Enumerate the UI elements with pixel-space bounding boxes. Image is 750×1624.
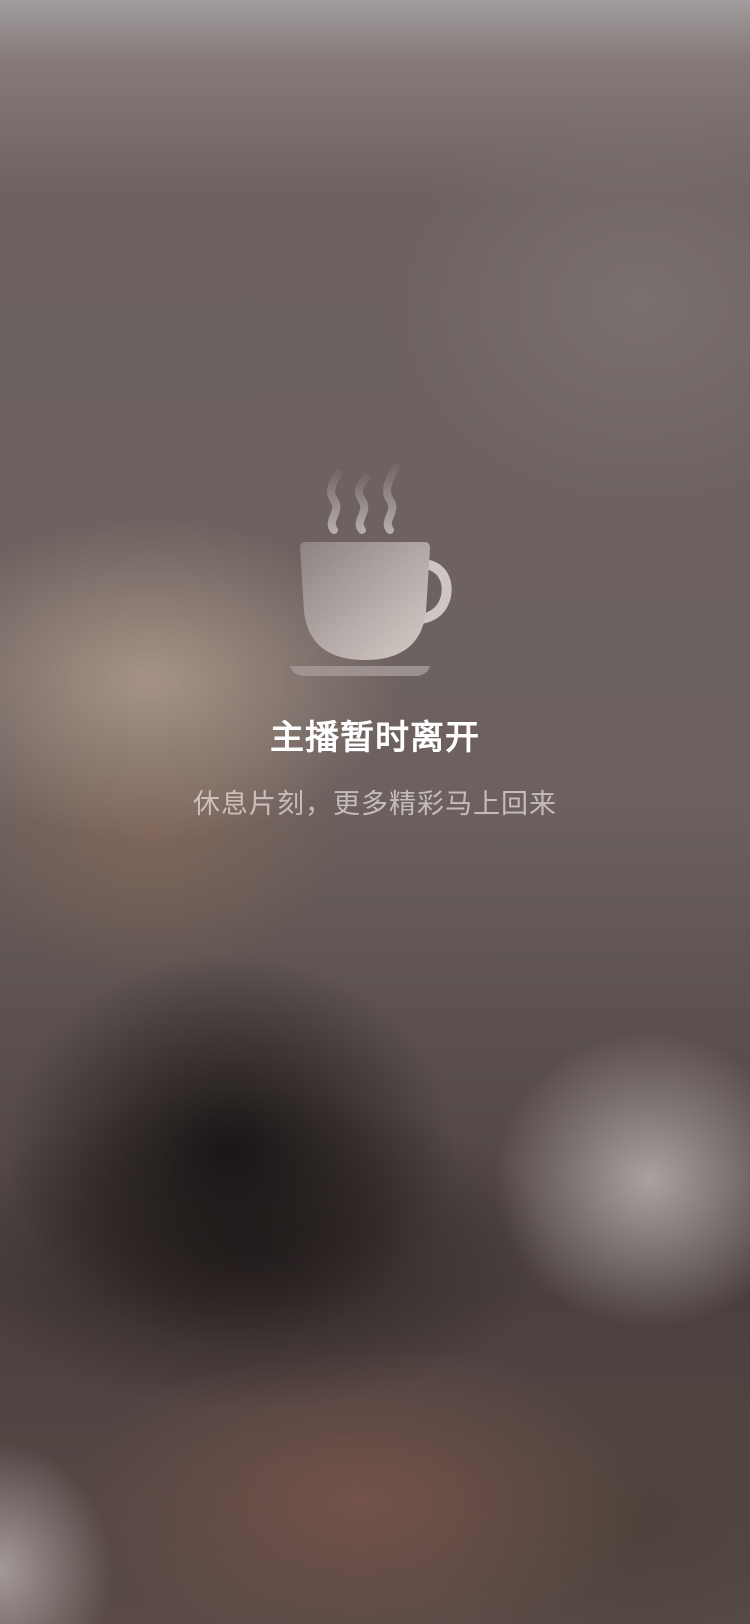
steam-line-left <box>327 470 342 534</box>
host-away-overlay: 主播暂时离开 休息片刻，更多精彩马上回来 <box>0 0 750 1624</box>
coffee-cup-icon <box>290 464 452 676</box>
steam-line-right <box>383 464 400 534</box>
cup-body <box>300 542 430 660</box>
host-away-title: 主播暂时离开 <box>270 718 480 758</box>
steam-line-middle <box>355 474 370 534</box>
cup-saucer <box>290 666 430 676</box>
live-room-screen: 主播暂时离开 休息片刻，更多精彩马上回来 <box>0 0 750 1624</box>
host-away-subtitle: 休息片刻，更多精彩马上回来 <box>193 789 557 820</box>
